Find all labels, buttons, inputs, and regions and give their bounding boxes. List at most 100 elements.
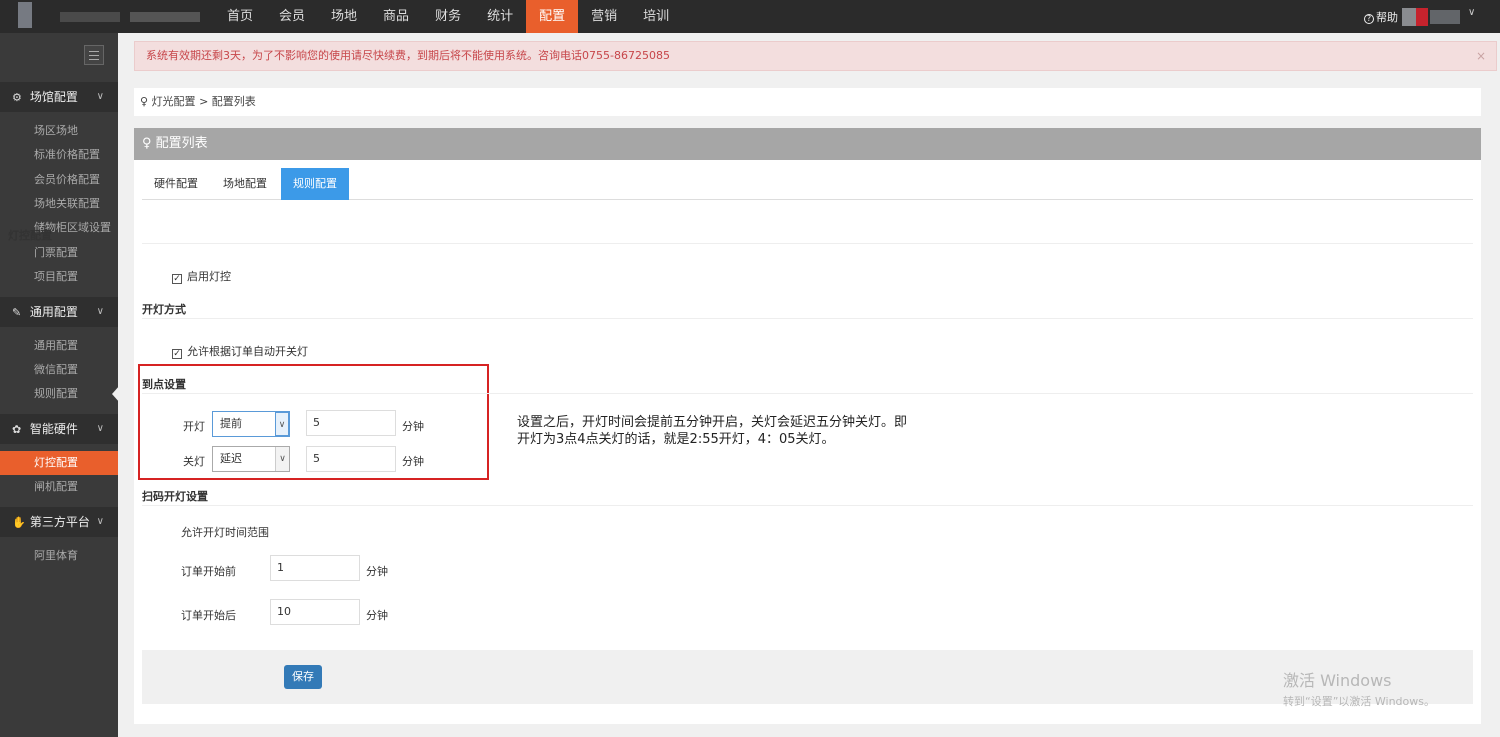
divider: [142, 505, 1473, 506]
sidebar-item-projects[interactable]: 项目配置: [0, 265, 118, 289]
light-on-mode-select[interactable]: 提前 ∨: [212, 411, 290, 437]
section-title-timing: 到点设置: [142, 378, 186, 391]
light-off-label: 关灯: [183, 455, 205, 468]
unit-label: 分钟: [366, 565, 388, 578]
panel-title: 配置列表: [155, 136, 208, 151]
help-link[interactable]: ? 帮助: [1364, 9, 1398, 25]
sidebar: ⚙ 场馆配置 ∨ 场区场地 标准价格配置 会员价格配置 场地关联配置 储物柜区域…: [0, 33, 118, 737]
help-label: 帮助: [1376, 11, 1398, 24]
light-off-mode-select[interactable]: 延迟 ∨: [212, 446, 290, 472]
sidebar-item-gate[interactable]: 闸机配置: [0, 475, 118, 499]
chevron-down-icon: ∨: [96, 306, 104, 317]
after-start-label: 订单开始后: [181, 609, 236, 622]
cog-icon: ✿: [12, 423, 22, 436]
sidebar-item-zones[interactable]: 场区场地: [0, 119, 118, 143]
avatar: [1402, 8, 1416, 26]
sidebar-group-label: 第三方平台: [29, 515, 90, 529]
checkbox-checked-icon: ✓: [172, 349, 182, 359]
time-range-label: 允许开灯时间范围: [181, 526, 269, 539]
nav-finance[interactable]: 财务: [422, 0, 474, 33]
sidebar-item-general[interactable]: 通用配置: [0, 334, 118, 358]
unit-label: 分钟: [402, 420, 424, 433]
sidebar-item-standard-price[interactable]: 标准价格配置: [0, 143, 118, 167]
divider: [142, 393, 1473, 394]
help-icon: ?: [1364, 14, 1374, 24]
nav-stats[interactable]: 统计: [474, 0, 526, 33]
user-menu[interactable]: ∨: [1400, 4, 1490, 28]
sidebar-item-wechat[interactable]: 微信配置: [0, 358, 118, 382]
note-line: 设置之后，开灯时间会提前五分钟开启，关灯会延迟五分钟关灯。即: [517, 415, 908, 430]
select-value: 提前: [220, 417, 242, 430]
tab-venue[interactable]: 场地配置: [211, 168, 279, 200]
chevron-down-icon: ∨: [96, 91, 104, 102]
sidebar-active-pointer: [112, 385, 120, 403]
sidebar-item-venue-link[interactable]: 场地关联配置: [0, 192, 118, 216]
sidebar-group-label: 通用配置: [29, 305, 78, 319]
sidebar-item-light-control[interactable]: 灯控配置: [0, 451, 118, 475]
after-start-input[interactable]: 10: [270, 599, 360, 625]
sidebar-item-rules[interactable]: 规则配置: [0, 382, 118, 406]
sidebar-group-label: 智能硬件: [29, 422, 78, 436]
checkbox-label: 启用灯控: [187, 270, 231, 283]
section-title-open-mode: 开灯方式: [142, 303, 186, 316]
sidebar-item-tickets[interactable]: 门票配置: [0, 241, 118, 265]
windows-activation-watermark: 激活 Windows 转到“设置”以激活 Windows。: [1283, 667, 1435, 709]
handshake-icon: ✋: [12, 516, 26, 529]
sidebar-group-label: 场馆配置: [29, 90, 78, 104]
chevron-down-icon: ∨: [275, 447, 289, 471]
light-off-minutes-input[interactable]: 5: [306, 446, 396, 472]
sidebar-item-member-price[interactable]: 会员价格配置: [0, 168, 118, 192]
sidebar-group-general[interactable]: ✎ 通用配置 ∨: [0, 297, 118, 327]
nav-venues[interactable]: 场地: [318, 0, 370, 33]
unit-label: 分钟: [402, 455, 424, 468]
checkbox-checked-icon: ✓: [172, 274, 182, 284]
watermark-subtitle: 转到“设置”以激活 Windows。: [1283, 695, 1435, 708]
nav-members[interactable]: 会员: [266, 0, 318, 33]
light-on-minutes-input[interactable]: 5: [306, 410, 396, 436]
top-navbar: 首页 会员 场地 商品 财务 统计 配置 营销 培训 ? 帮助 ∨: [0, 0, 1500, 33]
breadcrumb-separator: >: [199, 95, 209, 108]
main-nav: 首页 会员 场地 商品 财务 统计 配置 营销 培训: [214, 0, 682, 33]
section-title-light-control: 灯控配置: [8, 229, 52, 242]
tab-rules[interactable]: 规则配置: [281, 168, 349, 200]
lightbulb-icon: ♀: [140, 95, 149, 108]
divider: [142, 243, 1473, 244]
panel-header: ♀ 配置列表: [134, 128, 1481, 160]
menu-toggle-icon[interactable]: [84, 45, 104, 65]
nav-training[interactable]: 培训: [630, 0, 682, 33]
close-icon[interactable]: ×: [1476, 42, 1486, 70]
light-on-label: 开灯: [183, 420, 205, 433]
breadcrumb-current: 配置列表: [211, 95, 256, 108]
form-footer: [142, 650, 1473, 704]
expiry-alert: 系统有效期还剩3天，为了不影响您的使用请尽快续费，到期后将不能使用系统。咨询电话…: [134, 41, 1497, 71]
gear-icon: ⚙: [12, 91, 22, 104]
divider: [142, 318, 1473, 319]
unit-label: 分钟: [366, 609, 388, 622]
before-start-input[interactable]: 1: [270, 555, 360, 581]
breadcrumb-parent[interactable]: 灯光配置: [152, 95, 196, 108]
before-start-label: 订单开始前: [181, 565, 236, 578]
lightbulb-icon: ♀: [142, 136, 152, 151]
section-title-scan: 扫码开灯设置: [142, 490, 208, 503]
chevron-down-icon: ∨: [1468, 7, 1476, 18]
sidebar-group-third-party[interactable]: ✋ 第三方平台 ∨: [0, 507, 118, 537]
wrench-icon: ✎: [12, 306, 22, 319]
auto-light-checkbox[interactable]: ✓ 允许根据订单自动开关灯: [172, 343, 308, 359]
chevron-down-icon: ∨: [96, 516, 104, 527]
sidebar-group-venue[interactable]: ⚙ 场馆配置 ∨: [0, 82, 118, 112]
breadcrumb: ♀ 灯光配置 > 配置列表: [134, 88, 1481, 116]
nav-marketing[interactable]: 营销: [578, 0, 630, 33]
chevron-down-icon: ∨: [275, 412, 289, 436]
tab-hardware[interactable]: 硬件配置: [142, 168, 210, 200]
enable-light-control-checkbox[interactable]: ✓ 启用灯控: [172, 268, 231, 284]
annotation-note: 设置之后，开灯时间会提前五分钟开启，关灯会延迟五分钟关灯。即 开灯为3点4点关灯…: [517, 414, 957, 448]
sidebar-group-hardware[interactable]: ✿ 智能硬件 ∨: [0, 414, 118, 444]
watermark-title: 激活 Windows: [1283, 671, 1392, 690]
nav-goods[interactable]: 商品: [370, 0, 422, 33]
nav-home[interactable]: 首页: [214, 0, 266, 33]
logo[interactable]: [12, 2, 202, 30]
sidebar-item-ali-sports[interactable]: 阿里体育: [0, 544, 118, 568]
nav-config[interactable]: 配置: [526, 0, 579, 33]
checkbox-label: 允许根据订单自动开关灯: [187, 345, 308, 358]
save-button[interactable]: 保存: [284, 665, 322, 689]
